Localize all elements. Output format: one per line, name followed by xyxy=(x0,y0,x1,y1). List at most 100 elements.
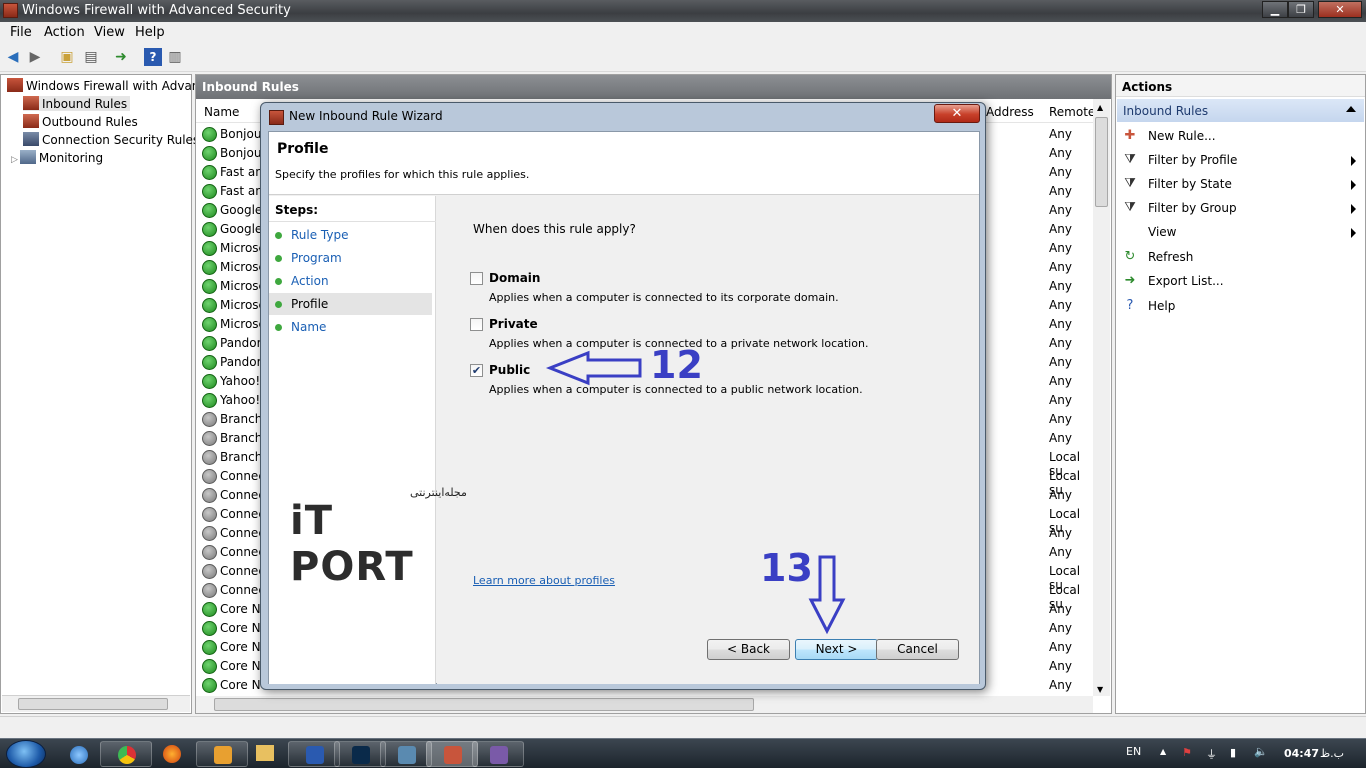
actions-section-header[interactable]: Inbound Rules xyxy=(1117,99,1364,122)
export-icon[interactable]: ➜ xyxy=(112,48,130,66)
forward-arrow-icon[interactable]: ▶ xyxy=(26,48,44,66)
domain-checkbox[interactable] xyxy=(470,272,483,285)
public-label[interactable]: Public xyxy=(489,363,530,377)
tree-root[interactable]: Windows Firewall with Advance xyxy=(7,78,213,93)
tree-item-outbound-rules[interactable]: Outbound Rules xyxy=(23,114,138,129)
enabled-rule-icon xyxy=(202,393,217,408)
action-label: Filter by State xyxy=(1148,177,1232,191)
private-label[interactable]: Private xyxy=(489,317,538,331)
dialog-body: Profile Specify the profiles for which t… xyxy=(268,131,980,684)
show-hidden-icons-icon[interactable]: ▲ xyxy=(1160,747,1166,756)
column-remote[interactable]: Remote xyxy=(1049,105,1095,119)
step-dot-icon xyxy=(275,232,282,239)
back-arrow-icon[interactable]: ◀ xyxy=(4,48,22,66)
scroll-thumb[interactable] xyxy=(1095,117,1108,207)
action-filter-by-state[interactable]: ⧩ Filter by State xyxy=(1122,175,1362,195)
close-button[interactable]: ✕ xyxy=(1318,1,1362,18)
language-indicator[interactable]: EN xyxy=(1126,745,1141,758)
power-icon[interactable]: ⏚ xyxy=(1206,746,1217,762)
step-dot-icon xyxy=(275,278,282,285)
scroll-thumb[interactable] xyxy=(18,698,168,710)
maximize-button[interactable]: ❐ xyxy=(1288,1,1314,18)
action-filter-by-profile[interactable]: ⧩ Filter by Profile xyxy=(1122,151,1362,171)
enabled-rule-icon xyxy=(202,146,217,161)
show-hide-tree-icon[interactable]: ▤ xyxy=(82,48,100,66)
tree-item-connection-security-rules[interactable]: Connection Security Rules xyxy=(23,132,199,147)
scroll-up-icon[interactable]: ▲ xyxy=(1097,103,1103,112)
step-dot-icon xyxy=(275,301,282,308)
step-action[interactable]: Action xyxy=(269,270,432,292)
help-icon[interactable]: ? xyxy=(144,48,162,66)
scroll-down-icon[interactable]: ▼ xyxy=(1097,685,1103,694)
public-checkbox[interactable]: ✔ xyxy=(470,364,483,377)
taskbar-chrome[interactable] xyxy=(100,741,152,767)
firefox-icon[interactable] xyxy=(163,745,181,763)
action-view[interactable]: View xyxy=(1122,223,1362,243)
rule-remote-address: Any xyxy=(1049,431,1072,445)
taskbar-photoshop[interactable] xyxy=(334,741,386,767)
taskbar-visual-studio[interactable] xyxy=(472,741,524,767)
disabled-rule-icon xyxy=(202,488,217,503)
tree-item-inbound-rules[interactable]: Inbound Rules xyxy=(23,96,131,111)
collapse-caret-icon[interactable] xyxy=(1346,106,1356,112)
volume-icon[interactable]: 🔈 xyxy=(1254,745,1268,758)
tree-horizontal-scrollbar[interactable] xyxy=(2,695,190,712)
ie-icon[interactable] xyxy=(70,746,88,764)
disabled-rule-icon xyxy=(202,526,217,541)
show-action-pane-icon[interactable]: ▥ xyxy=(166,48,184,66)
taskbar-firewall[interactable] xyxy=(426,741,478,767)
rule-name: Connec xyxy=(220,488,265,502)
step-profile[interactable]: Profile xyxy=(269,293,432,315)
menu-action[interactable]: Action xyxy=(44,25,85,40)
network-icon[interactable]: ▮ xyxy=(1230,746,1236,759)
action-new-rule[interactable]: ✚ New Rule... xyxy=(1122,127,1362,147)
up-folder-icon[interactable]: ▣ xyxy=(58,48,76,66)
action-help[interactable]: ? Help xyxy=(1122,297,1362,317)
menu-help[interactable]: Help xyxy=(135,25,165,40)
rule-name: Microsc xyxy=(220,279,266,293)
minimize-button[interactable]: ▁ xyxy=(1262,1,1288,18)
action-label: Help xyxy=(1148,299,1176,313)
expand-arrow-icon[interactable]: ▷ xyxy=(11,155,18,165)
action-export-list[interactable]: ➜ Export List... xyxy=(1122,272,1362,292)
enabled-rule-icon xyxy=(202,374,217,389)
system-tray: EN ▲ ⚑ ⏚ ▮ 🔈 04:47 ب.ظ xyxy=(1116,739,1366,768)
back-button[interactable]: < Back xyxy=(707,639,790,660)
start-button[interactable] xyxy=(6,740,46,768)
cancel-button[interactable]: Cancel xyxy=(876,639,959,660)
menu-view[interactable]: View xyxy=(94,25,125,40)
action-center-icon[interactable]: ⚑ xyxy=(1182,746,1192,759)
action-label: Refresh xyxy=(1148,250,1194,264)
action-refresh[interactable]: ↻ Refresh xyxy=(1122,248,1362,268)
disabled-rule-icon xyxy=(202,412,217,427)
next-button[interactable]: Next > xyxy=(795,639,878,660)
dialog-title: New Inbound Rule Wizard xyxy=(289,109,443,123)
taskbar-media[interactable] xyxy=(196,741,248,767)
wizard-icon xyxy=(269,110,284,125)
domain-label[interactable]: Domain xyxy=(489,271,540,285)
dialog-close-button[interactable]: ✕ xyxy=(934,104,980,123)
annotation-step-12: 12 xyxy=(650,343,703,387)
column-name[interactable]: Name xyxy=(204,105,239,119)
step-rule-type[interactable]: Rule Type xyxy=(269,224,432,246)
action-filter-by-group[interactable]: ⧩ Filter by Group xyxy=(1122,199,1362,219)
menu-file[interactable]: File xyxy=(10,25,32,40)
column-address[interactable]: Address xyxy=(986,105,1034,119)
word-icon xyxy=(306,746,324,764)
horizontal-scrollbar[interactable] xyxy=(196,696,1093,713)
domain-description: Applies when a computer is connected to … xyxy=(489,291,839,304)
explorer-icon[interactable] xyxy=(256,745,274,761)
clock-time[interactable]: 04:47 xyxy=(1284,747,1319,760)
step-program[interactable]: Program xyxy=(269,247,432,269)
taskbar-remote[interactable] xyxy=(380,741,432,767)
tree-item-monitoring[interactable]: ▷ Monitoring xyxy=(11,150,103,165)
taskbar-word[interactable] xyxy=(288,741,340,767)
enabled-rule-icon xyxy=(202,241,217,256)
step-name[interactable]: Name xyxy=(269,316,432,338)
learn-more-link[interactable]: Learn more about profiles xyxy=(473,574,615,587)
vertical-scrollbar[interactable]: ▲ ▼ xyxy=(1093,99,1110,696)
rule-remote-address: Any xyxy=(1049,488,1072,502)
scroll-thumb[interactable] xyxy=(214,698,754,711)
steps-title: Steps: xyxy=(275,203,319,217)
private-checkbox[interactable] xyxy=(470,318,483,331)
